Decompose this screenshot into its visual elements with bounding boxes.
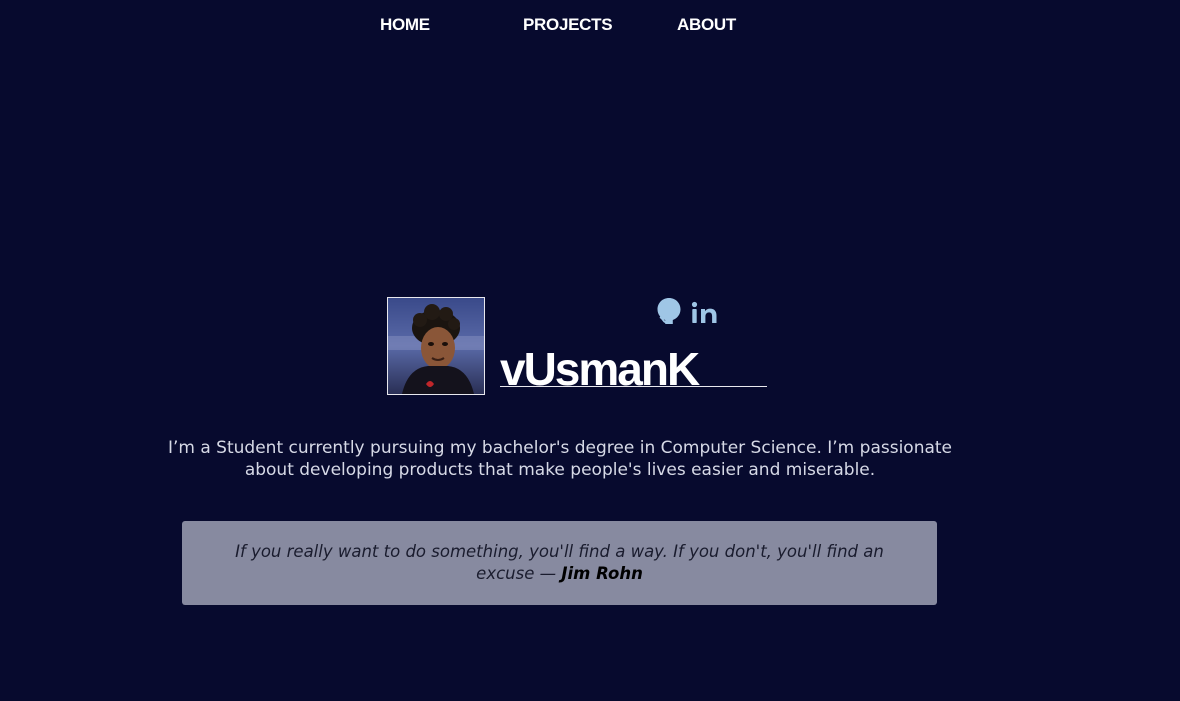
nav-link-projects[interactable]: PROJECTS <box>523 15 613 35</box>
nav-link-about[interactable]: ABOUT <box>677 15 736 35</box>
profile-username: vUsmanK <box>500 339 767 387</box>
bio-text: I’m a Student currently pursuing my bach… <box>167 438 953 480</box>
quote-text: If you really want to do something, you'… <box>235 542 884 583</box>
username-text: vUsmanK <box>500 343 700 387</box>
linkedin-icon[interactable] <box>690 297 720 331</box>
avatar-illustration <box>388 298 484 394</box>
nav-link-home[interactable]: HOME <box>380 15 430 35</box>
quote-box: If you really want to do something, you'… <box>182 521 937 605</box>
github-icon[interactable] <box>656 297 682 329</box>
quote-author: Jim Rohn <box>561 564 643 583</box>
profile-avatar <box>387 297 485 395</box>
